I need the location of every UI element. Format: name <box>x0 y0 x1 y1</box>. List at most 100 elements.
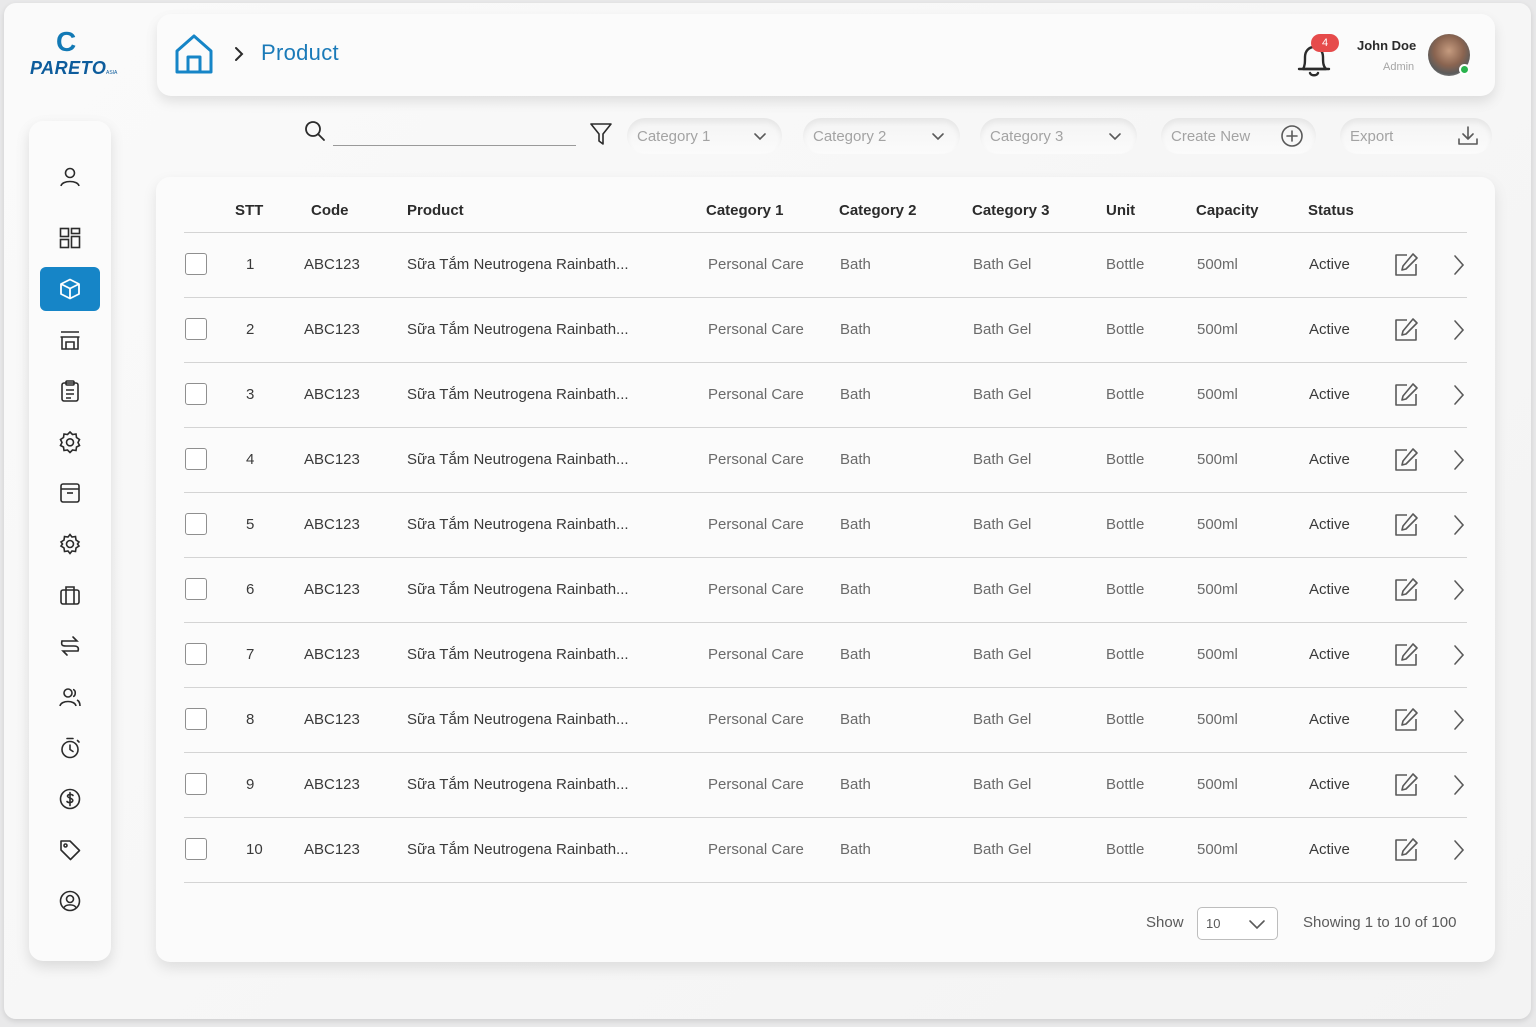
chevron-right-icon[interactable] <box>1450 707 1468 733</box>
table-row[interactable]: 6 ABC123 Sữa Tắm Neutrogena Rainbath... Per… <box>184 558 1467 623</box>
edit-icon[interactable] <box>1393 642 1419 668</box>
cell-code: ABC123 <box>304 581 360 598</box>
chevron-down-icon <box>932 133 944 141</box>
table-row[interactable]: 5 ABC123 Sữa Tắm Neutrogena Rainbath... Per… <box>184 493 1467 558</box>
cell-category1: Personal Care <box>708 256 804 273</box>
create-new-button[interactable]: Create New <box>1161 118 1316 154</box>
support-icon <box>59 890 81 912</box>
column-header-capacity[interactable]: Capacity <box>1196 202 1259 219</box>
row-checkbox[interactable] <box>185 773 207 795</box>
column-header-stt[interactable]: STT <box>235 202 263 219</box>
table-row[interactable]: 8 ABC123 Sữa Tắm Neutrogena Rainbath... Per… <box>184 688 1467 753</box>
sidebar-item-transfer[interactable] <box>40 624 100 668</box>
table-row[interactable]: 1 ABC123 Sữa Tắm Neutrogena Rainbath... Per… <box>184 233 1467 298</box>
edit-icon[interactable] <box>1393 577 1419 603</box>
cell-status: Active <box>1309 711 1350 728</box>
cell-product: Sữa Tắm Neutrogena Rainbath... <box>407 776 629 793</box>
sidebar-item-business[interactable] <box>40 573 100 617</box>
edit-icon[interactable] <box>1393 772 1419 798</box>
column-header-status[interactable]: Status <box>1308 202 1354 219</box>
pareto-logo[interactable]: C PARETO ASIA <box>30 26 120 80</box>
category1-label: Category 1 <box>637 127 711 145</box>
filter-icon[interactable] <box>589 121 613 147</box>
sidebar-item-store[interactable] <box>40 318 100 362</box>
edit-icon[interactable] <box>1393 837 1419 863</box>
cell-stt: 3 <box>246 386 255 403</box>
column-header-category1[interactable]: Category 1 <box>706 202 784 219</box>
cell-unit: Bottle <box>1106 841 1145 858</box>
category3-dropdown[interactable]: Category 3 <box>980 118 1137 154</box>
table-row[interactable]: 7 ABC123 Sữa Tắm Neutrogena Rainbath... Per… <box>184 623 1467 688</box>
chevron-right-icon[interactable] <box>1450 837 1468 863</box>
row-checkbox[interactable] <box>185 383 207 405</box>
chevron-right-icon[interactable] <box>1450 317 1468 343</box>
sidebar-item-inventory[interactable] <box>40 471 100 515</box>
cell-capacity: 500ml <box>1197 256 1238 273</box>
row-checkbox[interactable] <box>185 318 207 340</box>
row-checkbox[interactable] <box>185 513 207 535</box>
sidebar-item-finance[interactable] <box>40 777 100 821</box>
table-row[interactable]: 3 ABC123 Sữa Tắm Neutrogena Rainbath... Per… <box>184 363 1467 428</box>
home-icon[interactable] <box>174 33 214 75</box>
column-header-product[interactable]: Product <box>407 202 464 219</box>
category1-dropdown[interactable]: Category 1 <box>627 118 782 154</box>
sidebar-item-tags[interactable] <box>40 828 100 872</box>
sidebar-item-profile[interactable] <box>40 155 100 199</box>
search-icon[interactable] <box>303 119 327 143</box>
sidebar-item-dashboard[interactable] <box>40 216 100 260</box>
chevron-right-icon[interactable] <box>1450 642 1468 668</box>
cell-product: Sữa Tắm Neutrogena Rainbath... <box>407 711 629 728</box>
category2-dropdown[interactable]: Category 2 <box>803 118 960 154</box>
row-checkbox[interactable] <box>185 253 207 275</box>
edit-icon[interactable] <box>1393 252 1419 278</box>
column-header-code[interactable]: Code <box>311 202 349 219</box>
sidebar-item-orders[interactable] <box>40 369 100 413</box>
sidebar-item-product[interactable] <box>40 267 100 311</box>
row-checkbox[interactable] <box>185 838 207 860</box>
row-checkbox[interactable] <box>185 708 207 730</box>
top-header: Product 4 John Doe Admin <box>157 14 1495 96</box>
row-checkbox[interactable] <box>185 578 207 600</box>
cell-product: Sữa Tắm Neutrogena Rainbath... <box>407 646 629 663</box>
category3-label: Category 3 <box>990 127 1064 145</box>
cell-capacity: 500ml <box>1197 841 1238 858</box>
timer-icon <box>61 737 80 759</box>
chevron-right-icon[interactable] <box>1450 252 1468 278</box>
edit-icon[interactable] <box>1393 317 1419 343</box>
edit-icon[interactable] <box>1393 382 1419 408</box>
sidebar-item-account[interactable] <box>40 879 100 923</box>
export-button[interactable]: Export <box>1340 118 1492 154</box>
chevron-right-icon[interactable] <box>1450 577 1468 603</box>
cell-stt: 5 <box>246 516 255 533</box>
sidebar-item-settings[interactable] <box>40 522 100 566</box>
search-input[interactable] <box>333 118 576 146</box>
chevron-down-icon <box>1109 133 1121 141</box>
row-checkbox[interactable] <box>185 448 207 470</box>
chevron-right-icon[interactable] <box>1450 447 1468 473</box>
user-name[interactable]: John Doe <box>1357 38 1416 53</box>
sidebar-item-users[interactable] <box>40 675 100 719</box>
chevron-right-icon[interactable] <box>1450 772 1468 798</box>
sidebar-item-configuration[interactable] <box>40 420 100 464</box>
sidebar-item-timer[interactable] <box>40 726 100 770</box>
cell-category1: Personal Care <box>708 451 804 468</box>
page-size-select[interactable]: 10 <box>1197 907 1278 940</box>
row-checkbox[interactable] <box>185 643 207 665</box>
dashboard-icon <box>59 227 81 249</box>
clipboard-icon <box>61 380 79 402</box>
edit-icon[interactable] <box>1393 707 1419 733</box>
table-row[interactable]: 10 ABC123 Sữa Tắm Neutrogena Rainbath... Pe… <box>184 818 1467 883</box>
table-row[interactable]: 4 ABC123 Sữa Tắm Neutrogena Rainbath... Per… <box>184 428 1467 493</box>
table-row[interactable]: 9 ABC123 Sữa Tắm Neutrogena Rainbath... Per… <box>184 753 1467 818</box>
edit-icon[interactable] <box>1393 512 1419 538</box>
chevron-right-icon[interactable] <box>1450 382 1468 408</box>
cell-product: Sữa Tắm Neutrogena Rainbath... <box>407 581 629 598</box>
edit-icon[interactable] <box>1393 447 1419 473</box>
column-header-category3[interactable]: Category 3 <box>972 202 1050 219</box>
cell-code: ABC123 <box>304 516 360 533</box>
column-header-category2[interactable]: Category 2 <box>839 202 917 219</box>
column-header-unit[interactable]: Unit <box>1106 202 1135 219</box>
chevron-right-icon[interactable] <box>1450 512 1468 538</box>
cell-category3: Bath Gel <box>973 516 1032 533</box>
table-row[interactable]: 2 ABC123 Sữa Tắm Neutrogena Rainbath... Per… <box>184 298 1467 363</box>
